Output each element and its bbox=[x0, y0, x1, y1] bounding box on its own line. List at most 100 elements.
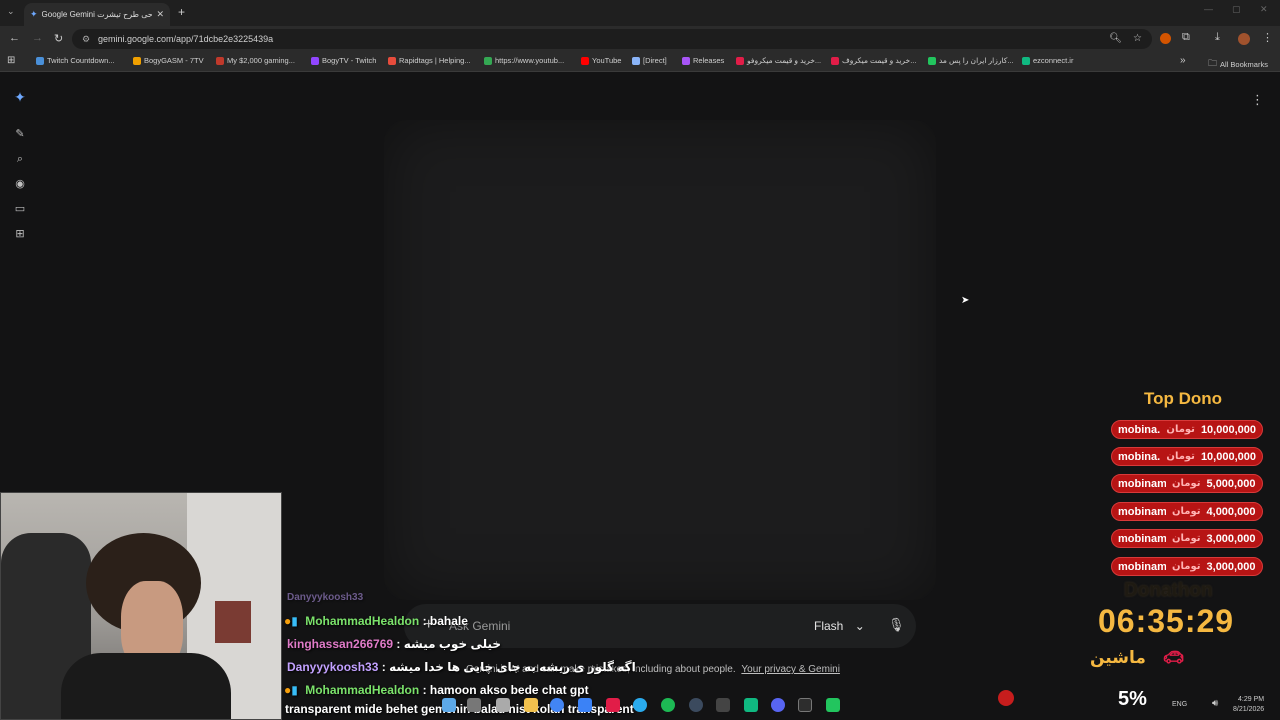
bookmark-label: BogyTV - Twitch bbox=[322, 56, 377, 65]
badge-icon: ▮ bbox=[291, 683, 298, 697]
search-icon[interactable]: ⌕ bbox=[13, 152, 27, 166]
bookmark-item[interactable]: Rapidtags | Helping... bbox=[388, 56, 471, 65]
badge-icon: ▮ bbox=[291, 614, 298, 628]
terminal-icon[interactable] bbox=[798, 698, 812, 712]
discord-icon[interactable] bbox=[771, 698, 785, 712]
bookmark-item[interactable]: Twitch Countdown... bbox=[36, 56, 115, 65]
bookmark-item[interactable]: BogyTV - Twitch bbox=[311, 56, 376, 65]
folder-icon: 🗀 bbox=[1208, 58, 1218, 68]
library-icon[interactable]: ▭ bbox=[13, 202, 27, 216]
donor-name: mobinam... bbox=[1118, 560, 1166, 573]
bookmark-item[interactable]: YouTube bbox=[581, 56, 621, 65]
language-indicator[interactable]: ENG bbox=[1172, 701, 1187, 708]
new-chat-icon[interactable]: ✎ bbox=[13, 127, 27, 141]
apps-icon[interactable]: ⊞ bbox=[13, 227, 27, 241]
donation-amount: 3,000,000 bbox=[1206, 560, 1256, 573]
taskbar-start-icon[interactable] bbox=[442, 698, 456, 712]
bookmark-label: کارزار ایران را پس مد... bbox=[939, 56, 1014, 65]
donation-amount: 4,000,000 bbox=[1206, 505, 1256, 518]
apps-grid-icon[interactable]: ⊞ bbox=[7, 55, 15, 66]
address-bar[interactable]: ⚙ gemini.google.com/app/71dcbe2e3225439a… bbox=[72, 29, 1152, 49]
taskbar-search-icon[interactable] bbox=[467, 698, 481, 712]
donor-name: mobina... bbox=[1118, 423, 1161, 436]
bookmark-item[interactable]: BogyGASM - 7TV bbox=[133, 56, 204, 65]
tab-list-chevron-icon[interactable]: ⌄ bbox=[7, 6, 15, 17]
gem-icon[interactable]: ◉ bbox=[13, 177, 27, 191]
donation-row: mobina... تومان 10,000,000 bbox=[1111, 447, 1263, 466]
car-label: ماشین bbox=[1090, 648, 1146, 667]
taskbar-files-icon[interactable] bbox=[496, 698, 510, 712]
taskbar-app-icon[interactable] bbox=[826, 698, 840, 712]
bookmark-item[interactable]: https://www.youtub... bbox=[484, 56, 564, 65]
bookmark-label: Releases bbox=[693, 56, 725, 65]
browser-menu-icon[interactable]: ⋮ bbox=[1262, 31, 1273, 44]
gemini-menu-icon[interactable]: ⋮ bbox=[1251, 92, 1264, 108]
bookmark-favicon-icon bbox=[484, 56, 492, 65]
reload-icon[interactable]: ↻ bbox=[54, 32, 63, 45]
bookmark-item[interactable]: خرید و قیمت میکروف... bbox=[831, 56, 916, 65]
taskbar-app-icon[interactable] bbox=[744, 698, 758, 712]
bookmark-label: YouTube bbox=[592, 56, 622, 65]
bookmark-item[interactable]: [Direct] bbox=[632, 56, 667, 65]
site-info-icon[interactable]: ⚙ bbox=[82, 29, 90, 49]
tab-close-icon[interactable]: ✕ bbox=[156, 9, 164, 20]
gemini-logo-icon[interactable]: ✦ bbox=[13, 90, 27, 104]
bookmark-item[interactable]: کارزار ایران را پس مد... bbox=[928, 56, 1014, 65]
telegram-icon[interactable] bbox=[633, 698, 647, 712]
donathon-label: Donathon bbox=[1124, 580, 1213, 601]
extension-icon[interactable] bbox=[1160, 33, 1171, 44]
progress-marker bbox=[998, 690, 1014, 706]
forward-icon[interactable]: → bbox=[32, 32, 43, 44]
chat-user: MohammadHealdon bbox=[305, 614, 420, 628]
progress-percent: 5% bbox=[1118, 688, 1147, 710]
donor-name: mobinam... bbox=[1118, 477, 1166, 490]
logitech-icon[interactable] bbox=[716, 698, 730, 712]
donation-row: mobina... تومان 10,000,000 bbox=[1111, 420, 1263, 439]
bookmark-label: Twitch Countdown... bbox=[47, 56, 115, 65]
chat-line: Danyyykoosh33 bbox=[287, 592, 363, 603]
bookmark-star-icon[interactable]: ☆ bbox=[1133, 29, 1142, 49]
bookmark-label: خرید و قیمت میکروفو... bbox=[747, 56, 822, 65]
bookmark-label: Rapidtags | Helping... bbox=[399, 56, 471, 65]
chat-line: ●▮ MohammadHealdon : hamoon akso bede ch… bbox=[284, 683, 589, 697]
minimize-icon[interactable]: — bbox=[1204, 4, 1213, 14]
model-selector[interactable]: Flash ⌄ bbox=[814, 619, 865, 633]
all-bookmarks-button[interactable]: 🗀 All Bookmarks bbox=[1208, 56, 1268, 72]
back-icon[interactable]: ← bbox=[9, 32, 20, 44]
zoom-icon[interactable]: 🔍︎ bbox=[1109, 29, 1122, 49]
puzzle-icon[interactable]: ⧉ bbox=[1182, 31, 1190, 44]
new-tab-button[interactable]: + bbox=[178, 5, 185, 19]
clock-time[interactable]: 4:29 PM bbox=[1238, 696, 1264, 703]
taskbar-app-icon[interactable] bbox=[606, 698, 620, 712]
steam-icon[interactable] bbox=[689, 698, 703, 712]
donation-amount: 10,000,000 bbox=[1200, 450, 1256, 463]
webcam-poster bbox=[215, 601, 251, 643]
close-window-icon[interactable]: ✕ bbox=[1260, 4, 1268, 15]
webcam-person-body bbox=[61, 653, 231, 719]
clock-date[interactable]: 8/21/2026 bbox=[1233, 706, 1264, 713]
tab-gemini[interactable]: ✦ Google Gemini طراحی طرح تیشرت ✕ bbox=[24, 3, 170, 26]
chat-user: Danyyykoosh33 bbox=[287, 592, 364, 603]
spotify-icon[interactable] bbox=[661, 698, 675, 712]
volume-icon[interactable]: 🔊︎ bbox=[1212, 698, 1218, 709]
bookmark-item[interactable]: My $2,000 gaming... bbox=[216, 56, 295, 65]
bookmark-item[interactable]: ezconnect.ir bbox=[1022, 56, 1073, 65]
bookmark-item[interactable]: خرید و قیمت میکروفو... bbox=[736, 56, 821, 65]
car-goal: ماشین 🚗︎ bbox=[1090, 648, 1184, 668]
taskbar-app-icon[interactable] bbox=[578, 698, 592, 712]
maximize-icon[interactable]: ▢ bbox=[1232, 4, 1241, 15]
microphone-icon[interactable]: 🎙︎ bbox=[888, 617, 905, 633]
bookmark-item[interactable]: Releases bbox=[682, 56, 724, 65]
privacy-link[interactable]: Your privacy & Gemini bbox=[741, 664, 840, 675]
mouse-cursor-icon: ➤ bbox=[961, 295, 970, 306]
more-bookmarks-icon[interactable]: » bbox=[1180, 55, 1186, 66]
chevron-down-icon: ⌄ bbox=[854, 619, 865, 633]
chat-user: MohammadHealdon bbox=[305, 683, 420, 697]
currency-label: تومان bbox=[1172, 533, 1201, 544]
taskbar-chrome-icon[interactable] bbox=[550, 698, 564, 712]
download-icon[interactable]: ⤓ bbox=[1215, 31, 1220, 44]
profile-avatar[interactable] bbox=[1238, 33, 1250, 45]
tab-title: Google Gemini طراحی طرح تیشرت bbox=[41, 10, 153, 19]
chat-user: Danyyykoosh33 bbox=[287, 660, 379, 674]
taskbar-folder-icon[interactable] bbox=[524, 698, 538, 712]
